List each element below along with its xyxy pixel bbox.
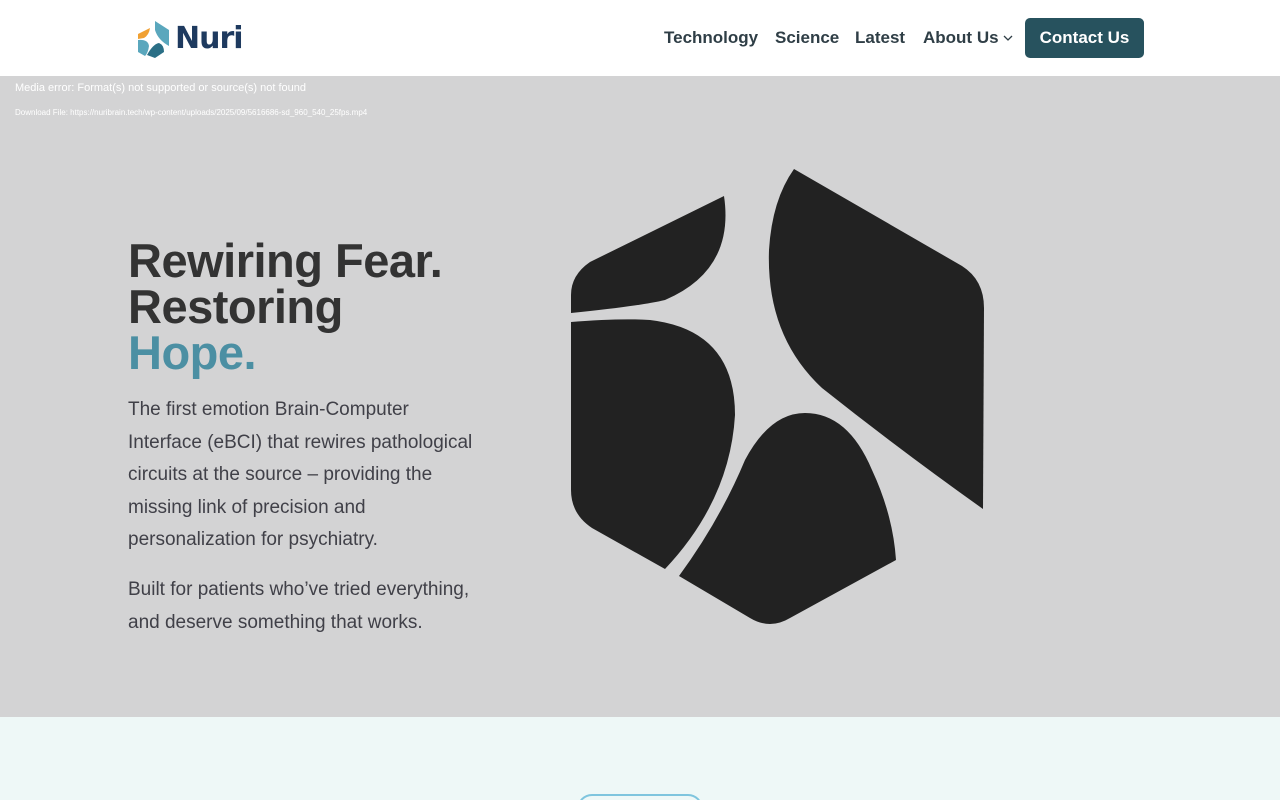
hero-subtext: Built for patients who’ve tried everythi… (128, 579, 470, 633)
download-label: Download File: (15, 108, 71, 117)
nav-latest[interactable]: Latest (855, 28, 905, 48)
nav-science[interactable]: Science (775, 28, 839, 48)
hero-title-accent: Hope. (128, 326, 257, 379)
hero-title-line-1: Rewiring Fear. (128, 234, 443, 287)
download-file-link[interactable]: https://nuribrain.tech/wp-content/upload… (70, 108, 367, 117)
logo-text: Nuri (175, 21, 244, 56)
nav-about-us[interactable]: About Us (923, 28, 999, 48)
logo-link[interactable]: Nuri (136, 19, 244, 59)
hero-title: Rewiring Fear. Restoring Hope. (128, 234, 528, 379)
nav-technology[interactable]: Technology (664, 28, 758, 48)
hero-description: The first emotion Brain-Computer Interfa… (128, 399, 473, 550)
contact-us-button[interactable]: Contact Us (1025, 18, 1144, 58)
section-badge[interactable] (577, 794, 703, 800)
download-file-line: Download File: https://nuribrain.tech/wp… (15, 108, 367, 117)
next-section (0, 717, 1280, 800)
media-error-message: Media error: Format(s) not supported or … (15, 82, 307, 94)
hero-title-line-2: Restoring (128, 280, 343, 333)
hexagon-brain-graphic (571, 169, 984, 624)
site-header: Nuri Technology Science Latest About Us … (0, 0, 1280, 76)
chevron-down-icon[interactable] (1002, 32, 1014, 44)
hex-piece-top-left (571, 196, 726, 313)
nuri-logo-icon (138, 21, 169, 58)
